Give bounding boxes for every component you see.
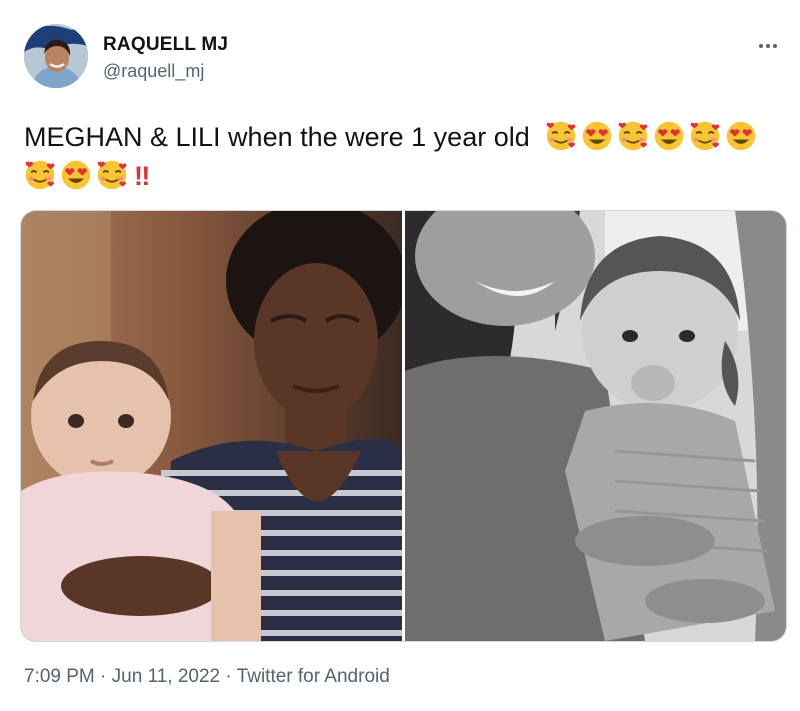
- photo-right[interactable]: [405, 211, 786, 641]
- smiling-face-with-hearts-emoji-icon: [690, 121, 720, 151]
- smiling-face-with-hearts-emoji-icon: [618, 121, 648, 151]
- heart-eyes-emoji-icon: [726, 121, 755, 151]
- photo-baby-striped-top: [21, 211, 402, 641]
- tweet-meta: 7:09 PM · Jun 11, 2022 · Twitter for And…: [24, 666, 390, 688]
- meta-separator: ·: [100, 666, 107, 687]
- tweet-time[interactable]: 7:09 PM: [24, 666, 95, 687]
- meta-separator: ·: [225, 666, 232, 687]
- tweet-text-body: MEGHAN & LILI when the were 1 year old: [24, 122, 530, 152]
- author-handle[interactable]: @raquell_mj: [103, 61, 204, 82]
- heart-eyes-emoji-icon: [582, 121, 611, 151]
- photo-woman-smiling-holding-baby: [405, 211, 786, 641]
- photo-left[interactable]: [21, 211, 402, 641]
- heart-eyes-emoji-icon: [654, 121, 683, 151]
- media-grid: [20, 210, 787, 642]
- tweet: RAQUELL MJ @raquell_mj MEGHAN & LILI whe…: [0, 0, 800, 711]
- tweet-source[interactable]: Twitter for Android: [237, 666, 390, 687]
- smiling-face-with-hearts-emoji-icon: [25, 160, 55, 190]
- double-exclamation-icon: ‼: [134, 161, 150, 191]
- avatar-image: [24, 24, 88, 88]
- more-options-icon[interactable]: [748, 34, 788, 58]
- smiling-face-with-hearts-emoji-icon: [546, 121, 576, 151]
- tweet-date[interactable]: Jun 11, 2022: [112, 666, 220, 687]
- avatar[interactable]: [24, 24, 88, 88]
- heart-eyes-emoji-icon: [61, 160, 91, 190]
- author-name[interactable]: RAQUELL MJ: [103, 34, 228, 56]
- smiling-face-with-hearts-emoji-icon: [97, 160, 127, 190]
- tweet-text: MEGHAN & LILI when the were 1 year old ‼: [24, 118, 784, 196]
